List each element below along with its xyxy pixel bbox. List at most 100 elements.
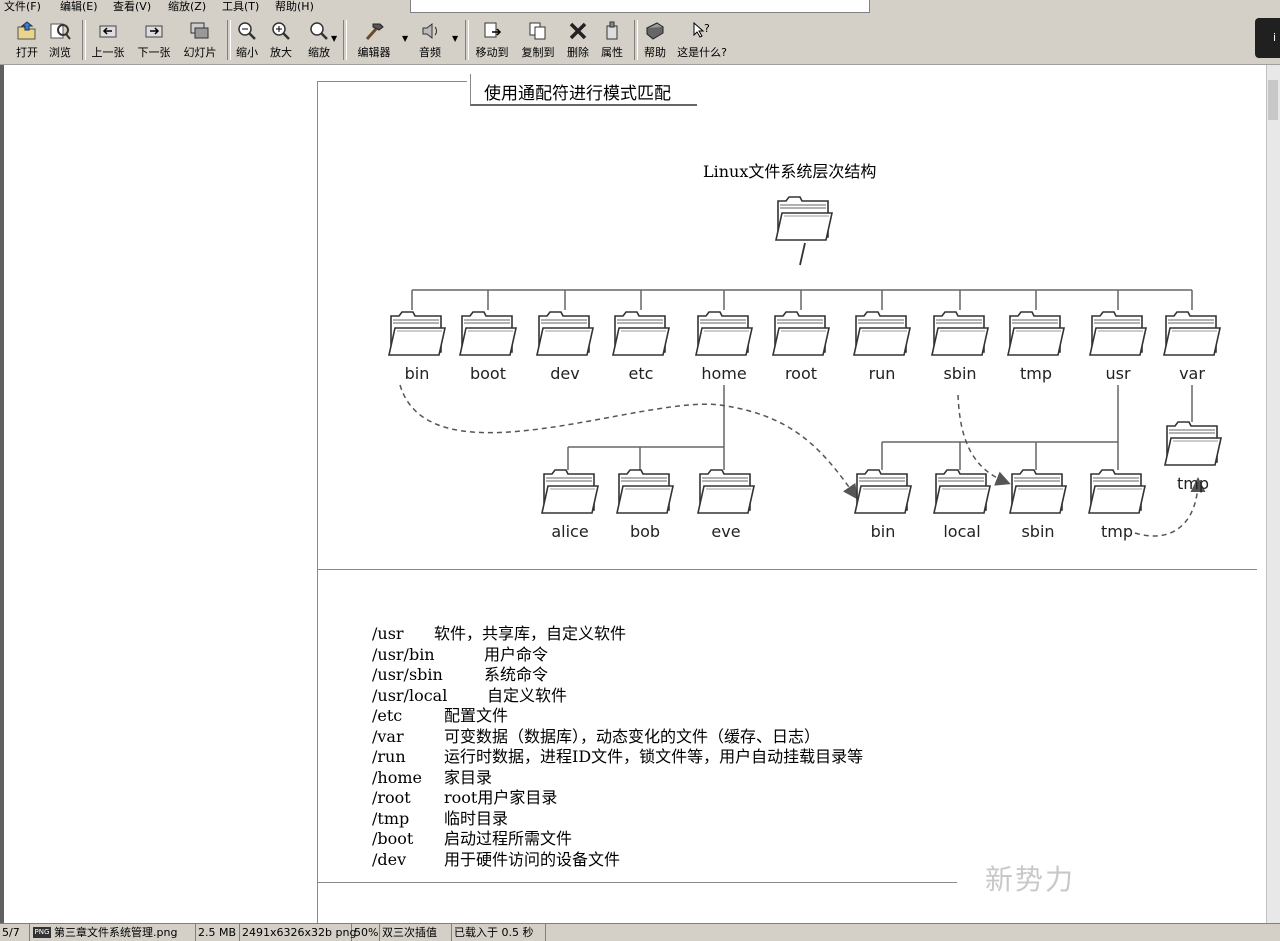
description-text: 系统命令 [484,665,549,684]
tree-node-usr-local: local [933,469,991,541]
menu-edit[interactable]: 编辑(E) [60,0,98,14]
folder-label: tmp [1101,522,1133,541]
description-text: 配置文件 [444,706,509,725]
tree-node-root [775,196,833,241]
arrow-left-icon [99,25,117,38]
menu-file[interactable]: 文件(F) [4,0,41,14]
arrow-right-icon [145,25,163,38]
editor-button[interactable]: 编辑器 [352,18,396,62]
folder-icon [541,469,599,514]
description-path: /home [372,767,422,787]
folder-icon [853,311,911,356]
zoom-in-icon [272,22,290,40]
vertical-scrollbar[interactable] [1266,65,1280,923]
description-text: 软件，共享库，自定义软件 [434,624,627,643]
delete-x-icon [569,22,587,40]
folder-icon [775,196,833,241]
menu-view[interactable]: 查看(V) [113,0,151,14]
description-row: /root root用户家目录 [372,788,863,809]
audio-button[interactable]: 音频 [412,18,448,62]
folder-label: eve [711,522,740,541]
zoom-in-button[interactable]: 放大 [266,18,296,62]
folder-label: alice [551,522,588,541]
whats-this-icon: ? [693,21,710,38]
scrollbar-thumb[interactable] [1268,80,1278,120]
toolbar-separator [465,20,469,60]
delete-button[interactable]: 删除 [563,18,593,62]
folder-icon [1089,311,1147,356]
section-divider [317,569,1257,570]
open-button[interactable]: 打开 [8,18,46,62]
description-text: 启动过程所需文件 [444,829,573,848]
next-image-button[interactable]: 下一张 [134,18,174,62]
folder-label: etc [629,364,654,383]
zoom-out-icon [238,22,256,40]
description-text: 临时目录 [444,808,509,828]
folder-label: tmp [1020,364,1052,383]
copy-to-button[interactable]: 复制到 [518,18,558,62]
properties-button[interactable]: 属性 [597,18,627,62]
description-row: /var 可变数据（数据库），动态变化的文件（缓存、日志） [372,727,863,748]
description-text: 可变数据（数据库），动态变化的文件（缓存、日志） [444,726,821,746]
menu-help[interactable]: 帮助(H) [275,0,314,14]
tree-node-var: var [1163,311,1221,383]
description-row: /tmp 临时目录 [372,809,863,830]
root-slash-label [799,242,806,266]
folder-label: tmp [1177,474,1209,493]
status-loaded: 已载入于 0.5 秒 [452,924,546,941]
tree-node-tmp: tmp [1007,311,1065,383]
description-row: /dev 用于硬件访问的设备文件 [372,850,863,871]
toolbar: 打开 浏览 上一张 下一张 幻灯片 缩小 放大 缩放 ▼ 编辑器 ▼ 音频 ▼ [0,14,1280,65]
folder-label: local [943,522,980,541]
browse-button[interactable]: 浏览 [44,18,76,62]
path-field[interactable] [410,0,870,13]
description-path: /etc [372,706,403,725]
description-text: root用户家目录 [444,788,558,807]
folder-icon [616,469,674,514]
description-row: /run 运行时数据，进程ID文件，锁文件等，用户自动挂载目录等 [372,747,863,768]
description-path: /usr/local [372,685,448,705]
zoom-out-button[interactable]: 缩小 [232,18,262,62]
menu-bar: 文件(F) 编辑(E) 查看(V) 缩放(Z) 工具(T) 帮助(H) [0,0,1280,14]
help-button[interactable]: 帮助 [640,18,670,62]
description-row: /etc 配置文件 [372,706,863,727]
status-filesize: 2.5 MB [196,924,240,941]
tree-node-usr-sbin: sbin [1009,469,1067,541]
zoom-dropdown-icon[interactable]: ▼ [331,34,337,43]
side-panel-tab[interactable]: i [1255,18,1280,58]
description-row: /usr/bin 用户命令 [372,645,863,666]
slideshow-button[interactable]: 幻灯片 [180,18,220,62]
symlink-arrows [399,384,1206,537]
folder-label: root [785,364,817,383]
tree-node-dev: dev [536,311,594,383]
hammer-icon [365,23,384,41]
description-row: /usr 软件，共享库，自定义软件 [372,624,863,645]
toolbar-separator [343,20,347,60]
speaker-icon [422,22,437,40]
menu-tools[interactable]: 工具(T) [222,0,259,14]
folder-icon [388,311,446,356]
folder-label: bin [871,522,896,541]
help-book-icon [646,22,664,40]
folder-icon [697,469,755,514]
editor-dropdown-icon[interactable]: ▼ [402,34,408,43]
status-resample: 双三次插值 [380,924,452,941]
description-path: /run [372,747,406,766]
whats-this-button[interactable]: ? 这是什么? [674,18,730,62]
open-folder-icon [17,21,36,40]
description-path: /dev [372,849,407,869]
tree-node-home-bob: bob [616,469,674,541]
tree-node-root: root [772,311,830,383]
description-text: 家目录 [444,767,493,787]
move-to-button[interactable]: 移动到 [472,18,512,62]
tree-node-home-eve: eve [697,469,755,541]
description-path: /tmp [372,808,410,828]
prev-image-button[interactable]: 上一张 [88,18,128,62]
properties-icon [606,21,618,40]
tree-node-usr-bin: bin [854,469,912,541]
menu-zoom[interactable]: 缩放(Z) [168,0,206,14]
section-divider-bottom [317,882,957,883]
audio-dropdown-icon[interactable]: ▼ [452,34,458,43]
tree-node-home-alice: alice [541,469,599,541]
tree-node-boot: boot [459,311,517,383]
